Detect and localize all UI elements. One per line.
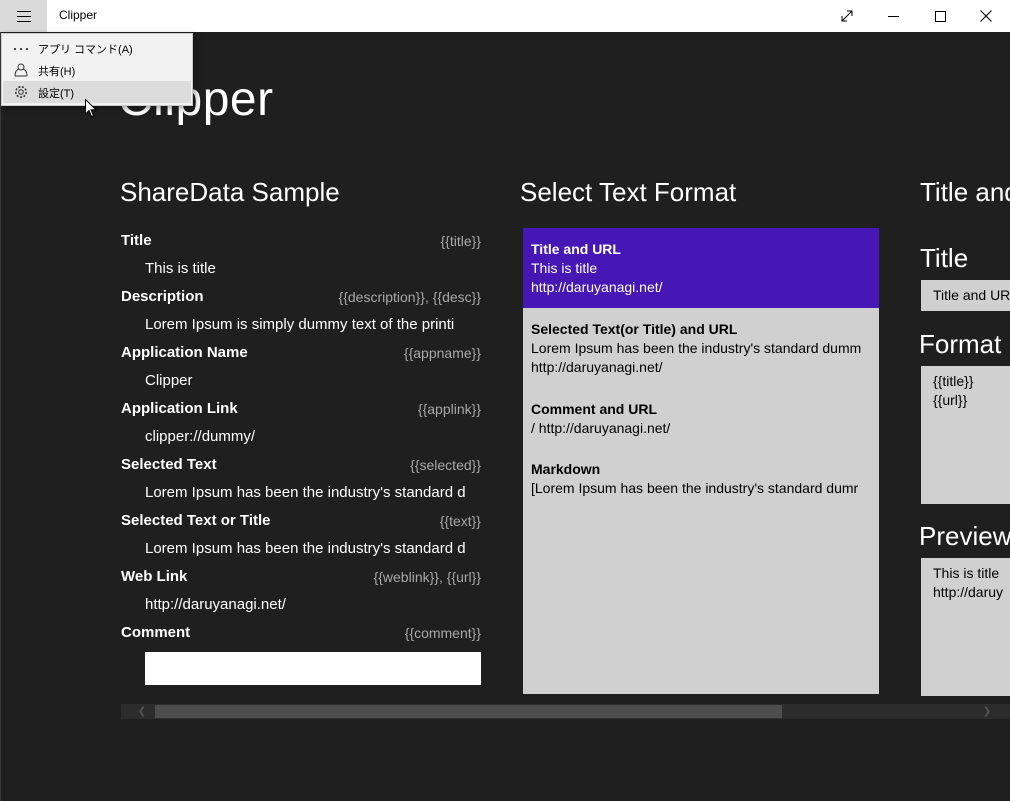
scroll-left-icon[interactable]: ❮ [135, 705, 149, 718]
format-text-line: {{title}} [933, 373, 974, 389]
format-item-markdown[interactable]: Markdown [Lorem Ipsum has been the indus… [523, 448, 879, 508]
field-value: Lorem Ipsum is simply dummy text of the … [145, 316, 455, 333]
gear-icon [15, 86, 27, 98]
close-button[interactable] [963, 0, 1009, 32]
sharedata-row-title-label: Title {{title}} [121, 228, 481, 256]
horizontal-scrollbar[interactable]: ❮ ❯ [121, 704, 1010, 719]
field-tag: {{title}} [440, 233, 482, 249]
field-tag: {{applink}} [417, 401, 481, 417]
format-item-title-url[interactable]: Title and URL This is title http://daruy… [523, 228, 879, 308]
title-field-label: Title [920, 243, 969, 273]
more-icon [13, 47, 29, 51]
window-border [0, 32, 1, 801]
field-tag: {{text}} [439, 513, 481, 529]
field-tag: {{weblink}}, {{url}} [373, 569, 481, 585]
field-label: Selected Text or Title [121, 512, 271, 529]
format-item-line: This is title [531, 260, 598, 276]
sharedata-row-text-value: Lorem Ipsum has been the industry's stan… [121, 536, 481, 564]
hamburger-menu-button[interactable] [0, 0, 47, 32]
format-list[interactable]: Title and URL This is title http://daruy… [523, 228, 879, 694]
sharedata-row-title-value: This is title [121, 256, 481, 284]
sharedata-row-selected-label: Selected Text {{selected}} [121, 452, 481, 480]
comment-input[interactable] [145, 652, 481, 685]
maximize-icon [934, 10, 946, 22]
menu-item-label: アプリ コマンド(A) [38, 44, 133, 56]
field-label: Application Link [121, 400, 238, 417]
menu-item-settings[interactable]: 設定(T) [3, 81, 191, 103]
expand-icon [841, 10, 853, 22]
format-field-label: Format [919, 329, 1002, 359]
menu-item-app-commands[interactable]: アプリ コマンド(A) [3, 37, 191, 59]
fullscreen-button[interactable] [824, 0, 870, 32]
format-section-title: Select Text Format [520, 177, 737, 207]
sharedata-row-appname-value: Clipper [121, 368, 481, 396]
sharedata-row-description-label: Description {{description}}, {{desc}} [121, 284, 481, 312]
sharedata-list: Title {{title}} This is title Descriptio… [121, 228, 481, 648]
sharedata-row-applink-value: clipper://dummy/ [121, 424, 481, 452]
field-value: clipper://dummy/ [145, 428, 256, 445]
detail-section-title: Title and [920, 177, 1010, 207]
sharedata-row-text-label: Selected Text or Title {{text}} [121, 508, 481, 536]
format-textarea[interactable]: {{title}} {{url}} [921, 366, 1010, 504]
format-item-title: Markdown [531, 461, 601, 477]
field-value: http://daruyanagi.net/ [145, 596, 286, 613]
field-tag: {{comment}} [404, 625, 481, 641]
format-item-line: [Lorem Ipsum has been the industry's sta… [531, 480, 859, 496]
title-bar: Clipper [0, 0, 1010, 32]
sharedata-row-comment-label: Comment {{comment}} [121, 620, 481, 648]
scroll-right-icon[interactable]: ❯ [980, 705, 994, 718]
sharedata-row-selected-value: Lorem Ipsum has been the industry's stan… [121, 480, 481, 508]
format-item-title: Comment and URL [531, 401, 657, 417]
field-label: Web Link [121, 568, 188, 585]
field-tag: {{appname}} [403, 345, 481, 361]
menu-item-share[interactable]: 共有(H) [3, 59, 191, 81]
format-item-title: Selected Text(or Title) and URL [531, 321, 738, 337]
format-item-line: http://daruyanagi.net/ [531, 279, 663, 295]
preview-text-line: This is title [933, 565, 1000, 581]
minimize-button[interactable] [870, 0, 916, 32]
minimize-icon [887, 15, 899, 17]
format-item-line: / http://daruyanagi.net/ [531, 420, 671, 436]
field-label: Title [121, 232, 152, 249]
format-item-selected-text-url[interactable]: Selected Text(or Title) and URL Lorem Ip… [523, 308, 879, 388]
sharedata-row-description-value: Lorem Ipsum is simply dummy text of the … [121, 312, 481, 340]
mouse-cursor-icon [85, 99, 97, 118]
field-tag: {{description}}, {{desc}} [338, 289, 481, 305]
format-item-line: Lorem Ipsum has been the industry's stan… [531, 340, 862, 356]
field-label: Selected Text [121, 456, 217, 473]
preview-text-line: http://daruy [933, 584, 1004, 600]
format-item-title: Title and URL [531, 241, 621, 257]
app-context-menu: アプリ コマンド(A) 共有(H) 設定(T) [1, 33, 193, 106]
preview-label: Preview [919, 521, 1010, 551]
format-item-line: http://daruyanagi.net/ [531, 359, 663, 375]
field-value: This is title [145, 260, 216, 277]
preview-box: This is title http://daruy [921, 558, 1010, 696]
field-tag: {{selected}} [410, 457, 481, 473]
sharedata-row-weblink-value: http://daruyanagi.net/ [121, 592, 481, 620]
field-label: Description [121, 288, 204, 305]
sharedata-row-appname-label: Application Name {{appname}} [121, 340, 481, 368]
menu-item-label: 設定(T) [38, 88, 75, 100]
field-label: Application Name [121, 344, 248, 361]
close-icon [980, 10, 992, 22]
sharedata-row-applink-label: Application Link {{applink}} [121, 396, 481, 424]
field-value: Clipper [145, 372, 193, 389]
title-field-input[interactable]: Title and UR [921, 280, 1010, 311]
hamburger-icon [16, 10, 31, 22]
field-label: Comment [121, 624, 191, 641]
scrollbar-thumb[interactable] [155, 705, 782, 718]
sharedata-section-title: ShareData Sample [120, 177, 340, 207]
maximize-button[interactable] [917, 0, 963, 32]
field-value: Lorem Ipsum has been the industry's stan… [145, 484, 466, 501]
field-value: Lorem Ipsum has been the industry's stan… [145, 540, 466, 557]
menu-item-label: 共有(H) [38, 66, 76, 78]
format-text-line: {{url}} [933, 392, 968, 408]
sharedata-row-weblink-label: Web Link {{weblink}}, {{url}} [121, 564, 481, 592]
share-icon [14, 63, 28, 77]
window-title: Clipper [59, 8, 98, 22]
format-item-comment-url[interactable]: Comment and URL / http://daruyanagi.net/ [523, 388, 879, 448]
